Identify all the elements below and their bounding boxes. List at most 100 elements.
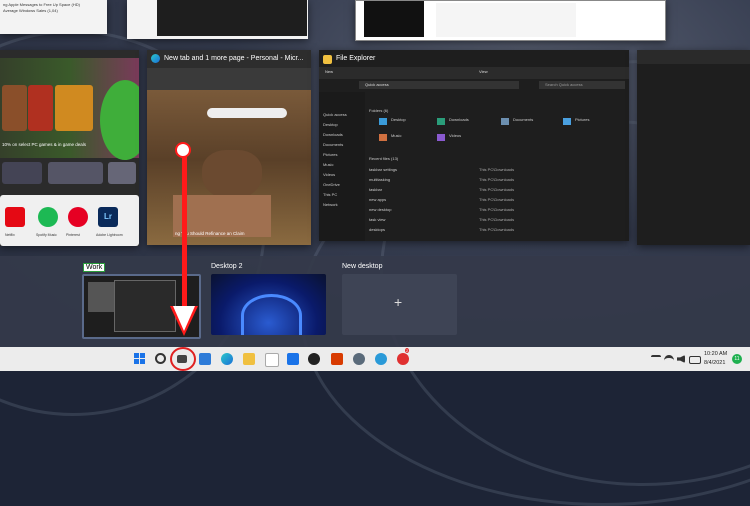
nav-item[interactable]: Music: [323, 162, 333, 167]
nav-item[interactable]: Videos: [323, 172, 335, 177]
game-tile[interactable]: [28, 85, 53, 131]
window-file-explorer[interactable]: File Explorer New View Quick access Sear…: [319, 50, 629, 241]
nav-item[interactable]: Downloads: [323, 132, 343, 137]
recent-file[interactable]: multitasking: [369, 177, 390, 182]
annotation-arrow-head-inner: [173, 306, 195, 331]
folder-name[interactable]: Music: [391, 133, 401, 138]
chevron-up-icon[interactable]: [651, 355, 661, 365]
window-title: File Explorer: [336, 55, 376, 62]
wifi-icon[interactable]: [664, 355, 674, 366]
annotation-arrow-start: [175, 142, 191, 158]
desktop-thumbnail-desktop-2[interactable]: [211, 274, 326, 335]
widgets-icon[interactable]: [199, 353, 211, 365]
section-header: Recent files (13): [369, 156, 399, 161]
deer-image: [202, 150, 262, 200]
browser-toolbar: [147, 68, 311, 90]
nav-item[interactable]: Network: [323, 202, 338, 207]
new-button[interactable]: New: [325, 69, 333, 74]
app-icon[interactable]: [397, 353, 409, 365]
annotation-arrow-line: [182, 150, 187, 310]
window-settings[interactable]: [355, 0, 666, 41]
netflix-icon[interactable]: [5, 207, 25, 227]
window-content: [364, 1, 424, 37]
window-edge[interactable]: New tab and 1 more page - Personal - Mic…: [147, 50, 311, 245]
window-top-left[interactable]: ng Apple Messages to Free Up Space (HD) …: [0, 0, 107, 34]
pinterest-icon[interactable]: [68, 207, 88, 227]
recent-file[interactable]: taskbar: [369, 187, 382, 192]
notification-count[interactable]: 11: [732, 354, 742, 364]
globe-icon[interactable]: [375, 353, 387, 365]
search-input[interactable]: Search Quick access: [539, 81, 625, 89]
nav-item[interactable]: This PC: [323, 192, 337, 197]
spotify-icon[interactable]: [38, 207, 58, 227]
store-tile[interactable]: [48, 162, 103, 184]
desktop-label: Desktop 2: [211, 263, 243, 270]
folder-icon: [379, 118, 387, 125]
nav-item[interactable]: Desktop: [323, 122, 338, 127]
settings-icon[interactable]: [353, 353, 365, 365]
nav-item[interactable]: OneDrive: [323, 182, 340, 187]
store-tile[interactable]: [108, 162, 136, 184]
recent-file[interactable]: new apps: [369, 197, 386, 202]
office-icon[interactable]: [331, 353, 343, 365]
nav-item[interactable]: Pictures: [323, 152, 337, 157]
app-label: Spotify Music: [36, 233, 57, 237]
folder-icon: [437, 118, 445, 125]
game-tile[interactable]: [55, 85, 93, 131]
desktop-name-input[interactable]: Work: [83, 263, 106, 272]
folder-icon: [379, 134, 387, 141]
recent-file-location: This PC\Downloads: [479, 177, 515, 182]
game-tile[interactable]: [2, 85, 27, 131]
bloom-graphic: [241, 294, 302, 335]
window-store[interactable]: 10% on select PC games & in game deals L…: [0, 50, 139, 246]
window-right-partial[interactable]: [637, 50, 750, 245]
battery-icon[interactable]: [689, 356, 701, 364]
clock-time[interactable]: 10:20 AM: [704, 351, 727, 357]
annotation-circle: [170, 347, 196, 371]
new-desktop-button[interactable]: +: [342, 274, 457, 335]
window-line: Average Windows Sales (1,04): [3, 8, 58, 13]
folder-name[interactable]: Documents: [513, 117, 533, 122]
search-placeholder: Search Quick access: [545, 82, 583, 87]
store-promo: 10% on select PC games & in game deals: [2, 142, 87, 147]
folder-name[interactable]: Downloads: [449, 117, 469, 122]
window-top-middle[interactable]: [127, 0, 308, 39]
recent-file-location: This PC\Downloads: [479, 207, 515, 212]
search-icon[interactable]: [155, 353, 166, 364]
edge-icon: [151, 54, 160, 63]
window-thumbnail: [114, 280, 176, 332]
settings-list: [436, 3, 576, 37]
start-icon[interactable]: [134, 353, 146, 365]
plus-icon: +: [394, 294, 403, 310]
mail-icon[interactable]: [287, 353, 299, 365]
address-bar[interactable]: Quick access: [359, 81, 519, 89]
recent-file-location: This PC\Downloads: [479, 167, 515, 172]
recent-file[interactable]: desktops: [369, 227, 385, 232]
app-label: Pinterest: [66, 233, 80, 237]
recent-file[interactable]: task view: [369, 217, 385, 222]
recent-file[interactable]: new desktop: [369, 207, 391, 212]
window-line: ng Apple Messages to Free Up Space (HD): [3, 2, 80, 7]
store-icon[interactable]: [265, 353, 279, 367]
file-explorer-icon[interactable]: [243, 353, 255, 365]
recent-file-location: This PC\Downloads: [479, 187, 515, 192]
edge-icon[interactable]: [221, 353, 233, 365]
dell-icon[interactable]: [308, 353, 320, 365]
recent-file[interactable]: taskbar settings: [369, 167, 397, 172]
window-title: New tab and 1 more page - Personal - Mic…: [164, 55, 304, 62]
folder-name[interactable]: Videos: [449, 133, 461, 138]
clock-date[interactable]: 8/4/2021: [704, 360, 725, 366]
lightroom-icon[interactable]: Lr: [98, 207, 118, 227]
recent-file-location: This PC\Downloads: [479, 217, 515, 222]
window-titlebar: [637, 50, 750, 64]
folder-name[interactable]: Desktop: [391, 117, 406, 122]
store-tile[interactable]: [2, 162, 42, 184]
view-button[interactable]: View: [479, 69, 488, 74]
section-header: Folders (6): [369, 108, 389, 113]
nav-item[interactable]: Quick access: [323, 112, 347, 117]
window-content: [157, 0, 307, 36]
nav-item[interactable]: Documents: [323, 142, 343, 147]
search-input[interactable]: [207, 108, 287, 118]
folder-icon: [323, 55, 332, 64]
folder-name[interactable]: Pictures: [575, 117, 589, 122]
